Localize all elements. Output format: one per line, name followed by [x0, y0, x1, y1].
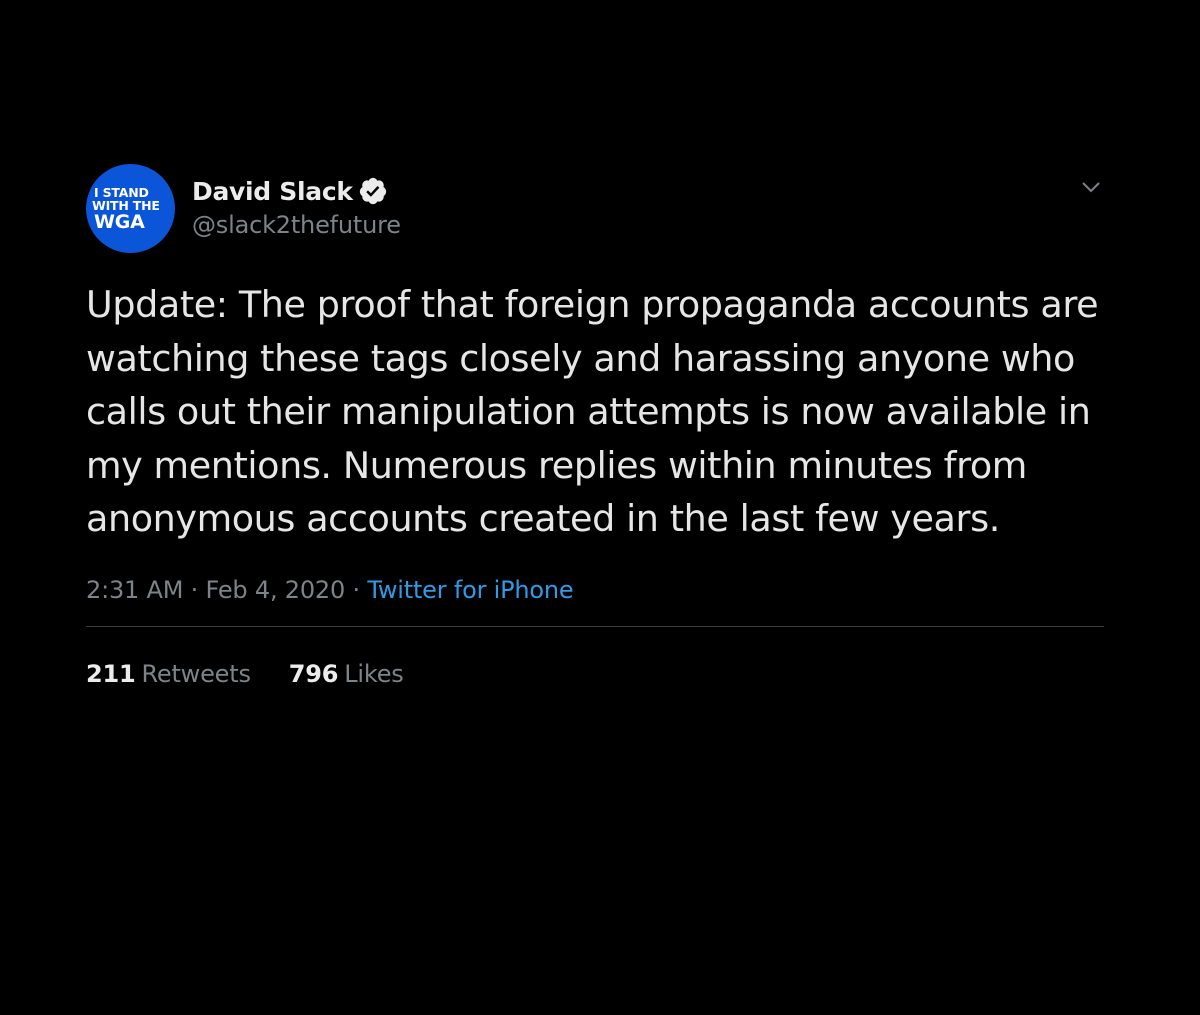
tweet-stats: 211 Retweets 796 Likes	[86, 657, 1104, 691]
likes-count: 796	[288, 659, 339, 688]
handle[interactable]: @slack2thefuture	[192, 211, 401, 239]
divider	[86, 625, 1104, 627]
retweets-label: Retweets	[141, 659, 251, 688]
verified-badge-icon	[358, 176, 388, 206]
tweet-header: I STAND WITH THE WGA David Slack @slack2…	[86, 164, 1104, 254]
likes-stat[interactable]: 796 Likes	[289, 657, 404, 691]
likes-label: Likes	[344, 659, 404, 688]
avatar[interactable]: I STAND WITH THE WGA	[86, 164, 175, 253]
avatar-text-line-3: WGA	[94, 211, 145, 233]
tweet-text: Update: The proof that foreign propagand…	[86, 283, 1099, 540]
tweet-source-link[interactable]: Twitter for iPhone	[367, 576, 573, 604]
display-name[interactable]: David Slack	[192, 177, 353, 206]
meta-separator: ·	[345, 575, 368, 604]
tweet-metadata: 2:31 AM · Feb 4, 2020 · Twitter for iPho…	[86, 572, 1104, 608]
tweet-card: I STAND WITH THE WGA David Slack @slack2…	[86, 164, 1104, 691]
display-name-row: David Slack	[192, 172, 401, 210]
retweets-count: 211	[86, 659, 136, 688]
tweet-time[interactable]: 2:31 AM	[86, 576, 183, 604]
author-info: David Slack @slack2thefuture	[192, 172, 401, 240]
retweets-stat[interactable]: 211 Retweets	[86, 657, 251, 691]
meta-separator: ·	[183, 575, 206, 604]
tweet-date[interactable]: Feb 4, 2020	[206, 576, 346, 604]
chevron-down-icon[interactable]	[1080, 176, 1102, 198]
